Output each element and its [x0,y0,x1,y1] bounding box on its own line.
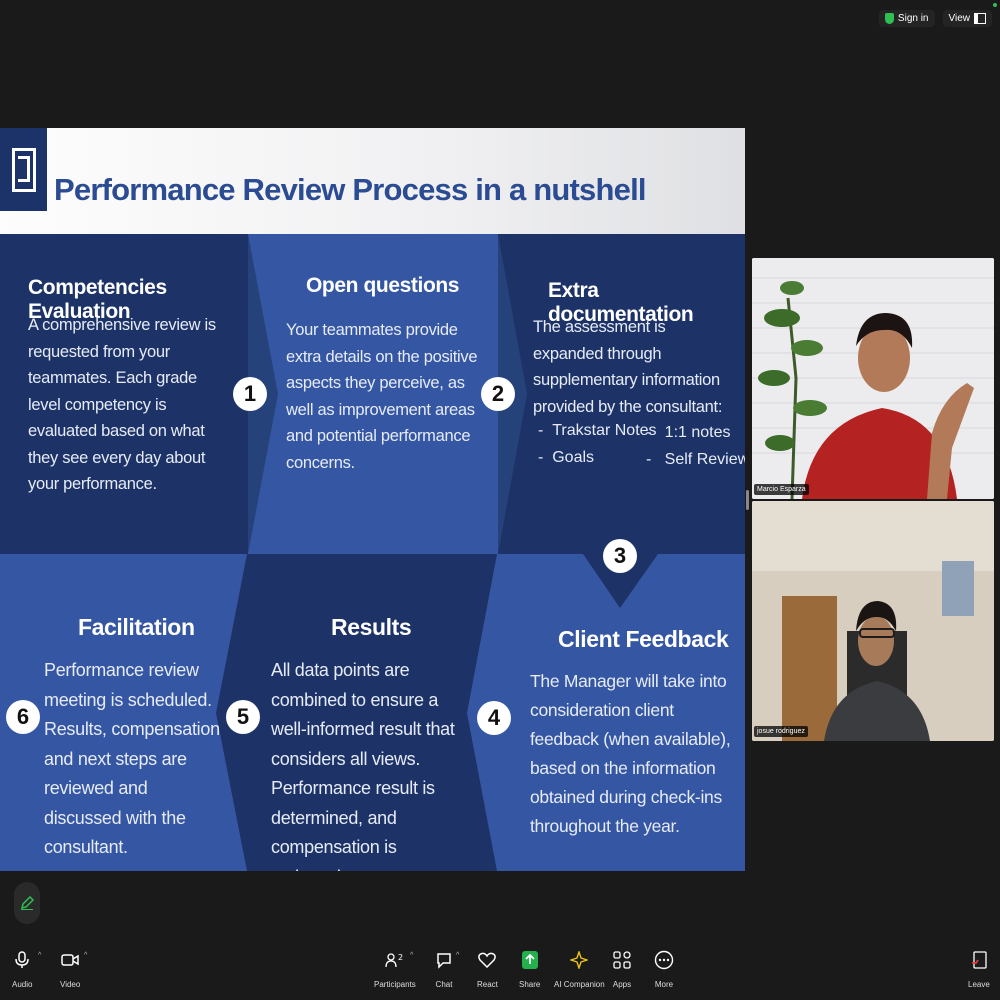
step-title: Facilitation [78,614,195,640]
heart-icon [477,950,497,970]
step-body: The Manager will take into consideration… [530,671,731,836]
participants-icon: 2 [385,950,405,970]
status-dot-icon [993,3,997,7]
step-body: Your teammates provide extra details on … [286,321,478,472]
more-label: More [654,980,674,989]
leave-icon [969,950,989,970]
video-label: Video [60,980,81,989]
participant-name-label: josue rodriguez [754,726,808,737]
leave-button[interactable]: Leave [968,950,990,989]
share-label: Share [519,980,541,989]
slide-title: Performance Review Process in a nutshell [54,172,647,207]
react-button[interactable]: React [477,950,498,989]
step-competencies: Competencies Evaluation A comprehensive … [0,234,248,554]
participant-video-marcio[interactable]: Marcio Esparza [752,258,994,499]
svg-text:2: 2 [398,953,403,962]
slide-header: Performance Review Process in a nutshell [0,128,745,234]
microphone-icon [12,950,32,970]
bullet-item: - Goals [538,449,595,466]
ai-companion-button[interactable]: AI Companion [554,950,605,989]
more-button[interactable]: More [654,950,674,989]
shared-slide: Performance Review Process in a nutshell… [0,128,745,871]
sign-in-label: Sign in [897,13,929,24]
bullet-item: - Trakstar Notes [538,422,657,439]
step-title: Results [331,614,412,640]
sparkle-icon [569,950,589,970]
share-screen-icon [520,950,540,970]
pencil-icon [20,896,34,910]
step-body: A comprehensive review is requested from… [28,316,216,493]
step-title: Client Feedback [558,626,729,652]
step-extra-documentation: Extra documentation The assessment is ex… [498,234,745,554]
leave-label: Leave [968,980,990,989]
bullet-item: - Self Review [646,451,745,468]
chat-button[interactable]: Chat [434,950,454,989]
panel-resize-handle[interactable] [746,490,749,510]
video-options-icon[interactable]: ^ [84,952,87,959]
apps-icon [612,950,632,970]
top-controls: Sign in View [878,10,992,27]
shield-icon [884,13,894,24]
step-body: Performance review meeting is scheduled.… [44,660,220,857]
view-button[interactable]: View [942,10,992,27]
participants-options-icon[interactable]: ^ [410,952,413,959]
participant-name-label: Marcio Esparza [754,484,809,495]
step-body: All data points are combined to ensure a… [271,660,455,871]
meeting-toolbar: Audio ^ Video ^ 2 Participants ^ Chat ^ … [0,940,1000,1000]
step-number: 6 [6,700,40,734]
company-logo [0,128,47,211]
apps-button[interactable]: Apps [612,950,632,989]
step-client-feedback: Client Feedback The Manager will take in… [497,554,745,871]
chat-options-icon[interactable]: ^ [456,952,459,959]
step-open-questions: Open questions Your teammates provide ex… [248,234,498,554]
react-label: React [477,980,498,989]
more-icon [654,950,674,970]
video-button[interactable]: Video [60,950,80,989]
step-results: Results All data points are combined to … [247,554,497,871]
video-frame [752,501,994,741]
chat-label: Chat [435,980,453,989]
audio-button[interactable]: Audio [12,950,32,989]
audio-label: Audio [12,980,33,989]
apps-label: Apps [612,980,632,989]
video-frame [752,258,994,499]
camera-icon [60,950,80,970]
bullet-item: - 1:1 notes [646,424,731,441]
participants-label: Participants [374,980,416,989]
layout-icon [974,13,986,24]
audio-options-icon[interactable]: ^ [38,952,41,959]
view-label: View [948,13,971,24]
sign-in-button[interactable]: Sign in [878,10,935,27]
step-body: The assessment is expanded through suppl… [533,318,723,416]
ai-companion-label: AI Companion [554,980,605,989]
step-title: Open questions [306,274,460,297]
participant-video-josue[interactable]: josue rodriguez [752,501,994,741]
chat-icon [434,950,454,970]
share-button[interactable]: Share [519,950,540,989]
annotate-button[interactable] [14,882,40,924]
